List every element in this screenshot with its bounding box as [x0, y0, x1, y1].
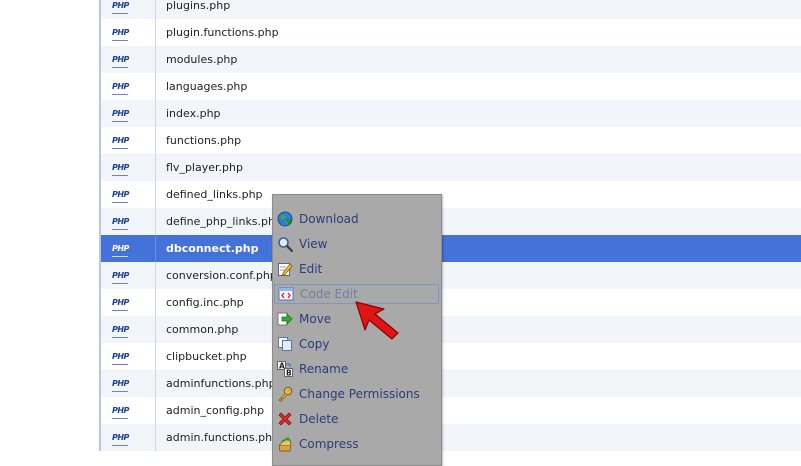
globe-download-icon [277, 211, 293, 227]
menu-item-label: Copy [299, 337, 330, 351]
file-name[interactable]: modules.php [166, 46, 237, 73]
php-file-icon: PHP [112, 79, 129, 95]
php-file-icon: PHP [112, 322, 129, 338]
file-icon-cell: PHP [101, 343, 156, 370]
file-icon-cell: PHP [101, 397, 156, 424]
file-name[interactable]: plugins.php [166, 0, 230, 19]
red-pointer-arrow-icon [355, 301, 399, 340]
file-name[interactable]: adminfunctions.php [166, 370, 276, 397]
php-file-icon: PHP [112, 52, 129, 68]
file-row[interactable]: PHP index.php [101, 100, 801, 127]
file-name[interactable]: admin.functions.php [166, 424, 279, 451]
red-x-icon [277, 411, 293, 427]
file-row[interactable]: PHP common.php [101, 316, 801, 343]
menu-item-label: Edit [299, 262, 323, 276]
menu-item-download[interactable]: Download [273, 208, 441, 230]
file-row-selected[interactable]: PHP dbconnect.php [101, 235, 801, 262]
green-arrow-icon [277, 311, 293, 327]
file-icon-cell: PHP [101, 424, 156, 451]
file-row[interactable]: PHP defined_links.php [101, 181, 801, 208]
menu-item-view[interactable]: View [273, 233, 441, 255]
file-list: PHP plugins.php PHP plugin.functions.php PHP… [99, 0, 801, 451]
file-icon-cell: PHP [101, 181, 156, 208]
file-row[interactable]: PHP functions.php [101, 127, 801, 154]
file-row[interactable]: PHP config.inc.php [101, 289, 801, 316]
file-row[interactable]: PHP adminfunctions.php [101, 370, 801, 397]
file-name[interactable]: common.php [166, 316, 238, 343]
file-name[interactable]: define_php_links.php [166, 208, 282, 235]
php-file-icon: PHP [112, 295, 129, 311]
menu-item-label: Rename [299, 362, 349, 376]
php-file-icon: PHP [112, 268, 129, 284]
file-icon-cell: PHP [101, 289, 156, 316]
file-icon-cell: PHP [101, 19, 156, 46]
file-icon-cell: PHP [101, 262, 156, 289]
php-file-icon: PHP [112, 430, 129, 446]
copy-pages-icon [277, 336, 293, 352]
key-icon [277, 386, 293, 402]
file-row[interactable]: PHP admin_config.php [101, 397, 801, 424]
file-name[interactable]: defined_links.php [166, 181, 263, 208]
file-row[interactable]: PHP define_php_links.php [101, 208, 801, 235]
file-name[interactable]: dbconnect.php [166, 235, 259, 262]
file-row[interactable]: PHP conversion.conf.php [101, 262, 801, 289]
file-name[interactable]: admin_config.php [166, 397, 264, 424]
menu-item-rename[interactable]: A B Rename [273, 358, 441, 380]
file-icon-cell: PHP [101, 46, 156, 73]
menu-item-label: View [299, 237, 328, 251]
php-file-icon: PHP [112, 241, 129, 257]
file-icon-cell: PHP [101, 208, 156, 235]
file-name[interactable]: languages.php [166, 73, 247, 100]
magnifier-icon [277, 236, 294, 253]
file-name[interactable]: clipbucket.php [166, 343, 247, 370]
php-file-icon: PHP [112, 133, 129, 149]
file-name[interactable]: conversion.conf.php [166, 262, 277, 289]
php-file-icon: PHP [112, 0, 129, 14]
file-icon-cell: PHP [101, 100, 156, 127]
svg-text:B: B [286, 369, 292, 378]
menu-item-label: Compress [299, 437, 359, 451]
menu-item-change-permissions[interactable]: Change Permissions [273, 383, 441, 405]
pencil-edit-icon [277, 261, 293, 277]
ab-rename-icon: AB [277, 361, 293, 378]
file-icon-cell: PHP [101, 73, 156, 100]
file-name[interactable]: plugin.functions.php [166, 19, 279, 46]
file-icon-cell: PHP [101, 316, 156, 343]
file-row[interactable]: PHP plugin.functions.php [101, 19, 801, 46]
menu-item-label: Delete [299, 412, 339, 426]
php-file-icon: PHP [112, 376, 129, 392]
file-icon-cell: PHP [101, 0, 156, 19]
file-row[interactable]: PHP modules.php [101, 46, 801, 73]
file-row[interactable]: PHP clipbucket.php [101, 343, 801, 370]
file-row[interactable]: PHP flv_player.php [101, 154, 801, 181]
file-name[interactable]: index.php [166, 100, 221, 127]
file-name[interactable]: functions.php [166, 127, 241, 154]
php-file-icon: PHP [112, 160, 129, 176]
menu-item-edit[interactable]: Edit [273, 258, 441, 280]
menu-item-delete[interactable]: Delete [273, 408, 441, 430]
file-icon-cell: PHP [101, 370, 156, 397]
php-file-icon: PHP [112, 187, 129, 203]
file-name[interactable]: flv_player.php [166, 154, 243, 181]
code-edit-icon [278, 286, 294, 302]
menu-item-label: Change Permissions [299, 387, 420, 401]
php-file-icon: PHP [112, 349, 129, 365]
file-icon-cell: PHP [101, 154, 156, 181]
file-row[interactable]: PHP admin.functions.php [101, 424, 801, 451]
file-row[interactable]: PHP plugins.php [101, 0, 801, 19]
file-icon-cell: PHP [101, 127, 156, 154]
menu-item-label: Move [299, 312, 332, 326]
menu-item-label: Download [299, 212, 359, 226]
php-file-icon: PHP [112, 25, 129, 41]
file-icon-cell: PHP [101, 235, 156, 262]
compress-icon [277, 436, 293, 452]
php-file-icon: PHP [112, 403, 129, 419]
php-file-icon: PHP [112, 214, 129, 230]
menu-item-compress[interactable]: Compress [273, 433, 441, 455]
file-row[interactable]: PHP languages.php [101, 73, 801, 100]
php-file-icon: PHP [112, 106, 129, 122]
file-name[interactable]: config.inc.php [166, 289, 244, 316]
